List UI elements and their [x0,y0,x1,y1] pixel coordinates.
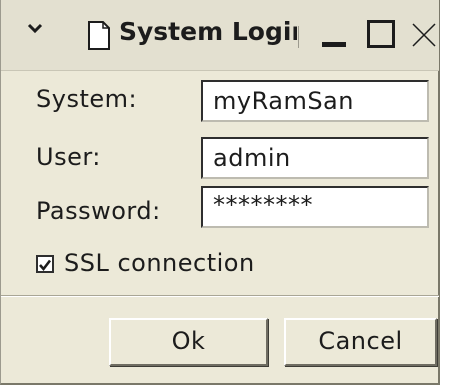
ssl-checkbox[interactable] [36,255,54,273]
login-dialog: System Logir System: myRamSan User: admi… [0,0,440,385]
title-bar[interactable]: System Logir [1,0,439,71]
close-icon[interactable] [411,22,437,48]
minimize-icon[interactable] [321,20,347,48]
ok-button[interactable]: Ok [109,318,268,366]
ssl-label[interactable]: SSL connection [64,249,255,277]
system-input[interactable]: myRamSan [201,80,429,122]
password-label: Password: [36,197,161,225]
user-label: User: [36,143,101,171]
document-icon [88,21,110,50]
title-separator [298,26,299,48]
checkmark-icon [39,259,52,272]
cancel-button[interactable]: Cancel [284,318,437,366]
system-label: System: [36,85,138,113]
window-title: System Logir [119,17,297,46]
password-input[interactable]: ******** [201,186,429,228]
chevron-down-icon[interactable] [27,20,43,36]
divider [1,295,439,297]
user-input[interactable]: admin [201,137,429,179]
maximize-icon[interactable] [367,20,395,48]
